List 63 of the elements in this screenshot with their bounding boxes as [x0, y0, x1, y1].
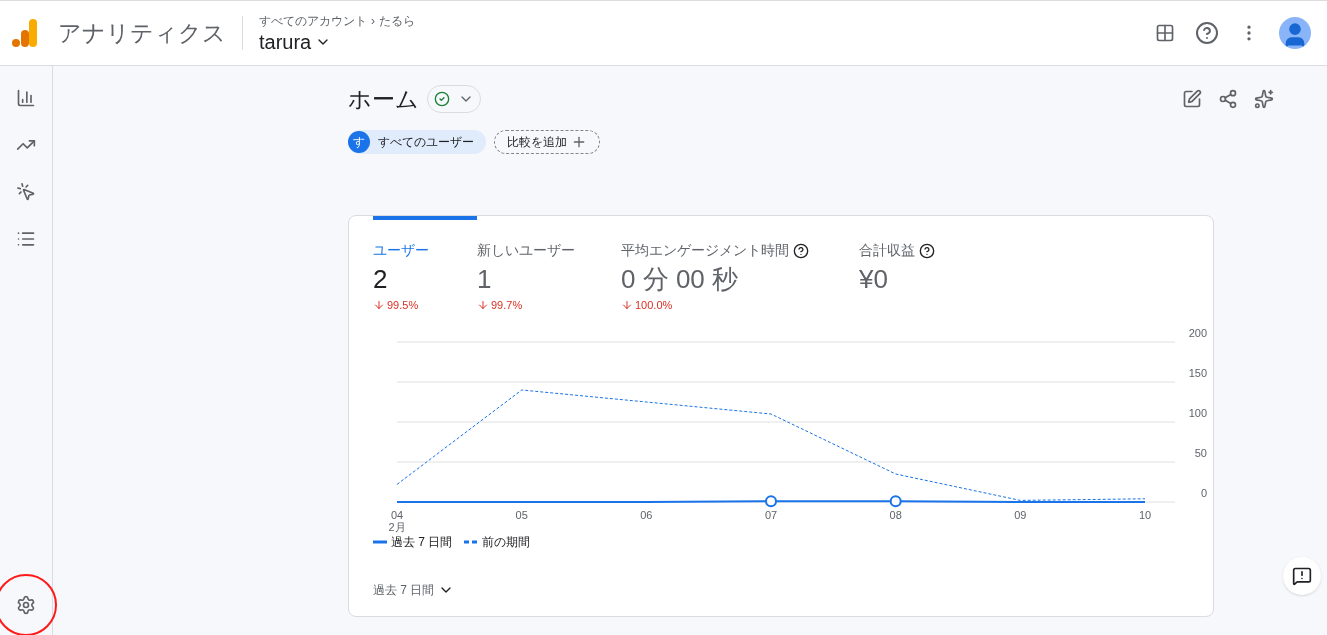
month-label: 2月 [388, 520, 406, 533]
legend-label: 過去 7 日間 [391, 533, 453, 551]
settings-icon[interactable] [16, 595, 36, 615]
dashed-legend-icon [464, 539, 479, 544]
plus-icon [571, 134, 587, 150]
metric-value: 1 [477, 263, 492, 296]
edit-chart-icon[interactable] [1182, 89, 1202, 109]
list-icon[interactable] [16, 229, 36, 249]
y-axis-label: 150 [1188, 366, 1207, 379]
y-axis-label: 50 [1194, 446, 1207, 459]
metric-change: 99.7% [491, 298, 523, 313]
help-icon[interactable] [793, 242, 809, 259]
breadcrumb-text[interactable]: たるら [379, 12, 415, 30]
metric-tab[interactable]: ユーザー 2 99.5% [373, 216, 477, 314]
segment-letter: す [348, 131, 370, 153]
apps-grid-icon[interactable] [1155, 23, 1175, 43]
x-axis-label: 10 [1138, 508, 1152, 521]
data-point [765, 494, 777, 507]
metric-change: 100.0% [635, 298, 673, 313]
analytics-logo-icon [12, 18, 38, 48]
metric-tab[interactable]: 合計収益 ¥0 [859, 216, 989, 314]
solid-legend-icon [373, 539, 387, 544]
metric-tab[interactable]: 新しいユーザー 1 99.7% [477, 216, 621, 314]
segment-label: すべてのユーザー [378, 134, 474, 151]
metric-label: ユーザー [373, 241, 429, 260]
y-axis-label: 0 [1200, 486, 1207, 499]
y-axis-label: 200 [1188, 326, 1207, 339]
feedback-icon [1292, 566, 1312, 586]
metric-value: 2 [373, 263, 388, 296]
avatar[interactable] [1279, 17, 1311, 49]
x-axis-label: 04 [390, 508, 404, 521]
help-icon[interactable] [919, 242, 935, 259]
share-icon[interactable] [1218, 89, 1238, 109]
x-axis-label: 08 [889, 508, 902, 521]
x-axis-label: 07 [764, 508, 778, 521]
period-dropdown[interactable]: 過去 7 日間 [373, 580, 455, 599]
breadcrumb-text[interactable]: すべてのアカウント [259, 12, 367, 30]
metric-value: 0 分 00 秒 [621, 263, 739, 296]
bar-chart-icon[interactable] [16, 88, 36, 108]
down-arrow-icon [373, 299, 385, 312]
sparkle-icon[interactable] [1254, 89, 1274, 109]
metric-label: 新しいユーザー [477, 241, 575, 260]
product-name: アナリティクス [58, 18, 226, 48]
property-selector[interactable]: tarura [259, 30, 415, 54]
down-arrow-icon [621, 299, 633, 312]
metric-tab[interactable]: 平均エンゲージメント時間 0 分 00 秒 100.0% [621, 216, 859, 314]
metric-change: 99.5% [387, 298, 419, 313]
y-axis-label: 100 [1188, 406, 1207, 419]
x-axis-label: 06 [640, 508, 653, 521]
legend-label: 前の期間 [482, 533, 531, 551]
segment-chip[interactable]: す すべてのユーザー [348, 130, 486, 154]
x-axis-label: 05 [515, 508, 528, 521]
data-point [889, 494, 902, 507]
metric-label: 合計収益 [859, 241, 915, 260]
metric-value: ¥0 [859, 263, 888, 296]
down-arrow-icon [477, 299, 489, 312]
x-axis-label: 09 [1014, 508, 1027, 521]
breadcrumb-text: › [371, 13, 375, 30]
metric-label: 平均エンゲージメント時間 [621, 241, 789, 260]
page-title: ホーム [348, 84, 419, 114]
feedback-button[interactable] [1283, 557, 1321, 595]
help-icon[interactable] [1195, 21, 1219, 45]
cursor-click-icon[interactable] [16, 182, 36, 202]
